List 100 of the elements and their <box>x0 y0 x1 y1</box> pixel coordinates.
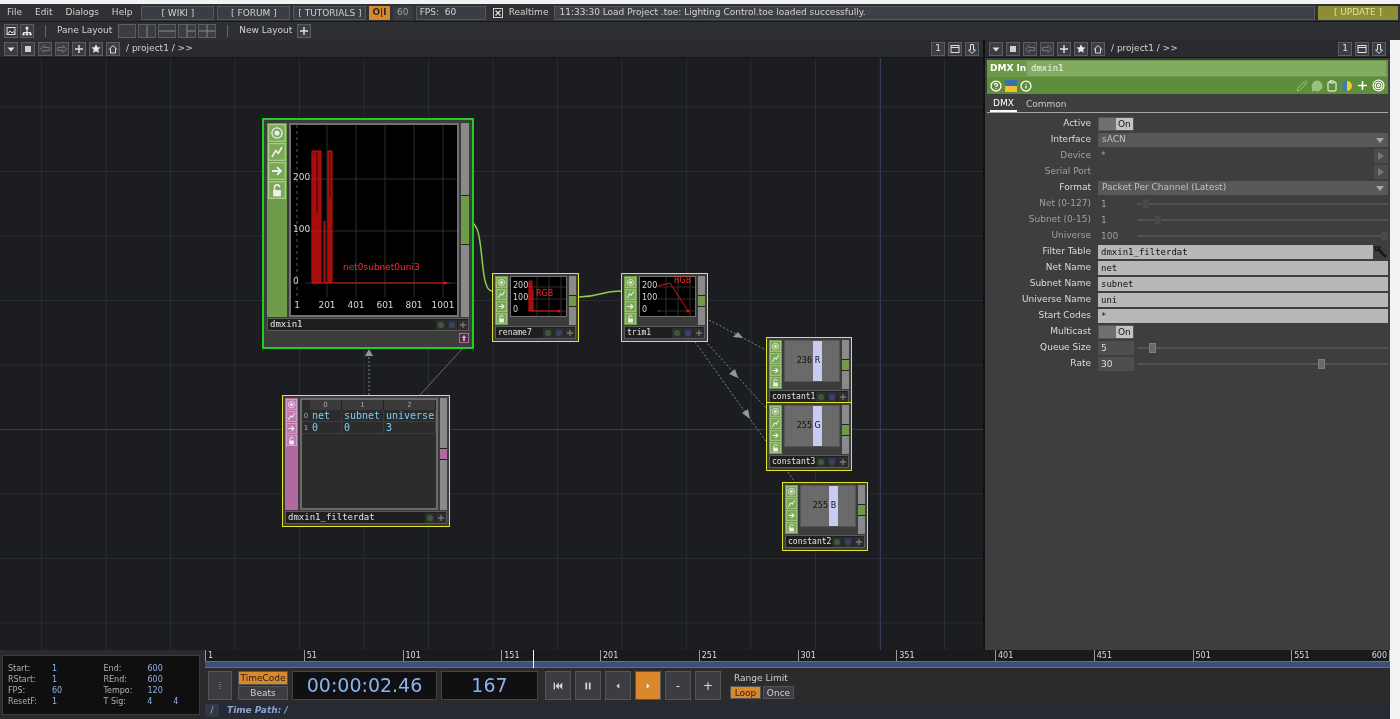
text-field[interactable]: uni <box>1098 293 1388 307</box>
zigzag-icon[interactable] <box>770 418 781 429</box>
pane-number[interactable]: 1 <box>931 41 945 56</box>
star-icon[interactable] <box>89 41 103 56</box>
operator-node[interactable]: 200 100 0 1 201 401 601 801 1001 net0subnet0uni3 dmxin1 <box>262 118 474 349</box>
zigzag-icon[interactable] <box>496 289 507 300</box>
target-icon[interactable] <box>786 486 797 497</box>
info-icon[interactable] <box>1020 79 1032 92</box>
circle-icon[interactable] <box>843 536 854 547</box>
fps-cap-field[interactable]: 60 <box>392 5 413 20</box>
dropdown[interactable]: Packet Per Channel (Latest) <box>1098 181 1388 195</box>
operator-node[interactable]: 200 100 0 RGB trim1 <box>621 273 708 342</box>
padlock-icon[interactable] <box>770 442 781 453</box>
path-root-field[interactable]: / <box>205 704 219 717</box>
info-value[interactable]: 1 <box>52 675 78 684</box>
play-icon[interactable] <box>1374 165 1388 179</box>
operator-node[interactable]: 200 100 0 RGB rename7 <box>492 273 579 342</box>
plus-icon[interactable] <box>838 456 849 467</box>
plus-icon[interactable] <box>854 536 865 547</box>
node-name[interactable]: constant1 <box>770 392 816 401</box>
perform-button[interactable]: O|I <box>369 5 390 20</box>
slider-handle[interactable] <box>1149 343 1157 353</box>
output-connector[interactable] <box>569 294 576 307</box>
checkbox-icon[interactable] <box>492 7 503 18</box>
target-icon[interactable] <box>770 341 781 352</box>
four-pane-icon[interactable] <box>198 24 217 38</box>
output-connector[interactable] <box>698 294 705 307</box>
operator-node[interactable]: 255 B constant2 <box>782 482 869 551</box>
menu-item[interactable]: Dialogs <box>61 5 103 20</box>
toggle-button[interactable]: On <box>1098 325 1134 339</box>
output-connector[interactable] <box>842 423 849 436</box>
circle-icon[interactable] <box>436 319 446 330</box>
info-value[interactable]: 60 <box>52 686 78 695</box>
help-icon[interactable] <box>990 79 1002 92</box>
target-icon[interactable] <box>496 277 507 288</box>
padlock-icon[interactable] <box>786 522 797 533</box>
padlock-icon[interactable] <box>268 181 286 199</box>
padlock-icon[interactable] <box>770 377 781 388</box>
plus-icon[interactable] <box>436 512 446 523</box>
cursor-arrow-icon[interactable] <box>1374 245 1388 259</box>
info-value[interactable]: 4 <box>173 697 199 706</box>
stop-icon[interactable] <box>1006 41 1020 56</box>
text-field[interactable]: net <box>1098 261 1388 275</box>
link-button[interactable]: [ TUTORIALS ] <box>293 5 367 20</box>
network-path[interactable]: / project1 / >> <box>126 41 193 56</box>
zigzag-icon[interactable] <box>625 289 636 300</box>
info-value[interactable]: 4 <box>147 697 174 706</box>
circle-icon[interactable] <box>554 327 564 338</box>
node-name[interactable]: rename7 <box>496 328 542 337</box>
output-connector[interactable] <box>858 503 865 516</box>
down-arrow-icon[interactable] <box>965 41 979 56</box>
node-name[interactable]: dmxin1_filterdat <box>286 513 424 522</box>
plus-icon[interactable] <box>565 327 575 338</box>
tab[interactable]: DMX <box>990 97 1017 112</box>
info-value[interactable]: 600 <box>147 675 174 684</box>
plus-icon[interactable] <box>838 391 849 402</box>
output-connector[interactable] <box>461 195 469 245</box>
range-option-button[interactable]: Loop <box>730 686 761 700</box>
menu-item[interactable]: File <box>3 5 27 20</box>
window-icon[interactable] <box>948 41 962 56</box>
network-icon[interactable] <box>20 24 34 38</box>
right-arrow-icon[interactable] <box>786 510 797 521</box>
zigzag-icon[interactable] <box>286 411 297 422</box>
right-arrow-icon[interactable] <box>625 301 636 312</box>
circle-icon[interactable] <box>683 327 693 338</box>
frame-display[interactable]: 167 <box>441 671 538 700</box>
node-name[interactable]: constant2 <box>786 537 832 546</box>
target-icon[interactable] <box>770 406 781 417</box>
zigzag-icon[interactable] <box>786 498 797 509</box>
node-name[interactable]: dmxin1 <box>268 320 435 329</box>
value-field[interactable]: 5 <box>1098 341 1134 355</box>
pencil-icon[interactable] <box>1296 79 1308 92</box>
zigzag-icon[interactable] <box>268 143 286 161</box>
padlock-icon[interactable] <box>286 435 297 446</box>
padlock-icon[interactable] <box>625 313 636 324</box>
plus-icon[interactable] <box>1057 41 1071 56</box>
skip-to-start-button[interactable] <box>545 671 571 700</box>
pane-number[interactable]: 1 <box>1338 41 1352 56</box>
plus-icon[interactable] <box>1356 79 1369 92</box>
time-mode-button[interactable]: TimeCode <box>238 671 288 685</box>
target-icon[interactable] <box>268 124 286 142</box>
toggle-button[interactable]: On <box>1098 117 1134 131</box>
plus-icon[interactable] <box>458 319 468 330</box>
link-button[interactable]: [ WIKI ] <box>141 5 215 20</box>
plus-icon[interactable] <box>72 41 86 56</box>
output-connector[interactable] <box>440 448 447 460</box>
info-value[interactable]: 600 <box>147 664 174 673</box>
caret-down-icon[interactable] <box>4 41 18 56</box>
step-button[interactable]: - <box>665 671 691 700</box>
info-value[interactable]: 1 <box>52 697 78 706</box>
two-column-icon[interactable] <box>138 24 157 38</box>
frame-ruler[interactable]: 1 51 101 151 201 251 301 351 401 451 501 551 600 <box>205 650 1390 661</box>
tab[interactable]: Common <box>1022 97 1070 112</box>
slider-handle[interactable] <box>1317 359 1325 369</box>
three-pane-icon[interactable] <box>178 24 197 38</box>
target-icon[interactable] <box>625 277 636 288</box>
window-icon[interactable] <box>1355 41 1369 56</box>
forward-arrow-icon[interactable] <box>1040 41 1054 56</box>
info-value[interactable]: 1 <box>52 664 78 673</box>
right-arrow-icon[interactable] <box>496 301 507 312</box>
